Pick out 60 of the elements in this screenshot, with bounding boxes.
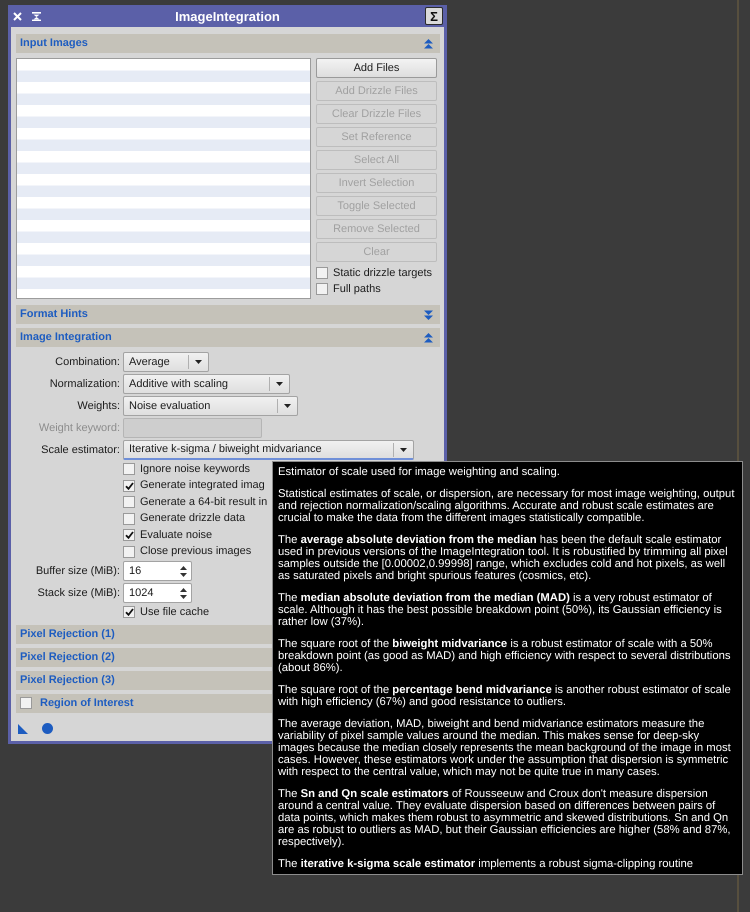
checkmark-icon bbox=[124, 482, 134, 490]
section-header[interactable]: Image Integration bbox=[16, 328, 440, 347]
circle-icon[interactable] bbox=[42, 723, 53, 734]
tooltip-text: The Sn and Qn scale estimators of Rousseeuw and Croux don't measure dispersion around a central value. They evaluate dispersion based on differences between pairs of data points, which makes them robust to asymmetric and skewed distributions. Sn and Qn are as robust to outliers as MAD, but their Gaussian efficiencies are higher (58% and 87%, respectively). bbox=[278, 788, 732, 848]
checkmark-icon bbox=[124, 531, 134, 540]
dropdown[interactable]: Average bbox=[123, 352, 209, 372]
spin-box[interactable]: 16 bbox=[123, 561, 192, 581]
button[interactable]: Add Files bbox=[316, 58, 437, 78]
dropdown[interactable]: Iterative k-sigma / biweight midvariance bbox=[123, 440, 414, 460]
triangle-icon[interactable] bbox=[18, 724, 28, 734]
window-title: ImageIntegration bbox=[174, 10, 281, 22]
field-label: Scale estimator: bbox=[40, 444, 120, 456]
double-down-arrow-icon[interactable] bbox=[424, 310, 433, 320]
checkbox-label: Full paths bbox=[333, 284, 381, 294]
checkbox[interactable] bbox=[123, 512, 135, 525]
tooltip-text: Estimator of scale used for image weighting and scaling. bbox=[278, 466, 561, 478]
caret-icon bbox=[284, 404, 291, 408]
field-label: Normalization: bbox=[48, 378, 120, 390]
caret-icon bbox=[276, 382, 283, 386]
spin-box[interactable]: 1024 bbox=[123, 583, 192, 603]
checkbox[interactable] bbox=[123, 546, 135, 558]
checkbox-label: Generate integrated imag bbox=[140, 480, 265, 492]
checkbox-label: Close previous images bbox=[140, 546, 252, 558]
checkbox-label: Use file cache bbox=[140, 606, 210, 618]
checkbox[interactable] bbox=[20, 697, 32, 709]
checkbox[interactable] bbox=[123, 529, 135, 542]
checkbox[interactable] bbox=[316, 283, 328, 295]
close-icon[interactable] bbox=[13, 12, 22, 20]
dropdown[interactable]: Additive with scaling bbox=[123, 374, 290, 394]
checkbox[interactable] bbox=[123, 480, 135, 492]
checkmark-icon bbox=[124, 608, 134, 616]
checkbox-label: Generate a 64-bit result in bbox=[140, 496, 268, 508]
double-up-arrow-icon[interactable] bbox=[424, 38, 433, 48]
checkbox-label: Evaluate noise bbox=[140, 530, 212, 541]
checkbox[interactable] bbox=[123, 606, 135, 618]
caret-icon bbox=[195, 360, 202, 364]
field-label: Combination: bbox=[54, 356, 120, 368]
field-label: Weight keyword: bbox=[38, 422, 120, 434]
checkbox-label: Ignore noise keywords bbox=[140, 464, 250, 475]
section-header[interactable]: Format Hints bbox=[16, 305, 440, 324]
checkbox-label: Static drizzle targets bbox=[333, 268, 432, 278]
tooltip-text: The average deviation, MAD, biweight and bend midvariance estimators measure the variability of pixel sample values around the median. This makes sense for deep-sky images because the median closely represents the mean background of the image in most cases. However, these estimators work under the assumption that dispersion is symmetric with respect to the central value, which may not be quite true in many cases. bbox=[278, 718, 732, 778]
dropdown[interactable]: Noise evaluation bbox=[123, 396, 298, 416]
double-up-arrow-icon[interactable] bbox=[424, 332, 433, 342]
up-down-arrows-icon[interactable] bbox=[180, 588, 187, 598]
checkbox[interactable] bbox=[123, 463, 135, 476]
checkbox[interactable] bbox=[123, 496, 135, 508]
sigma-button[interactable]: Σ bbox=[425, 7, 443, 25]
checkbox-label: Generate drizzle data bbox=[140, 513, 246, 524]
up-down-arrows-icon[interactable] bbox=[180, 566, 187, 576]
hourglass-icon[interactable] bbox=[32, 12, 41, 20]
tooltip-text: The average absolute deviation from the median has been the default scale estimator used in previous versions of the ImageIntegration tool. It is robustified by trimming all pixel samples outside the [0.00002,0.99998] range, which excludes cold and hot pixels, as well as saturated pixels and bright spurious features (cosmics, etc). bbox=[278, 534, 729, 582]
field-label: Stack size (MiB): bbox=[36, 588, 120, 598]
field-label: Buffer size (MiB): bbox=[34, 566, 120, 576]
tooltip-text: The iterative k-sigma scale estimator implements a robust sigma-clipping routine bbox=[278, 858, 694, 870]
field-label: Weights: bbox=[76, 400, 120, 412]
tooltip-text: Statistical estimates of scale, or dispersion, are necessary for most image weighting, output and rejection normalization/scaling algorithms. Accurate and robust scale estimates are crucial to make the data from the different images statistically compatible. bbox=[278, 488, 736, 524]
section-header[interactable]: Input Images bbox=[16, 34, 440, 53]
checkbox[interactable] bbox=[316, 267, 328, 279]
caret-icon bbox=[400, 448, 407, 452]
